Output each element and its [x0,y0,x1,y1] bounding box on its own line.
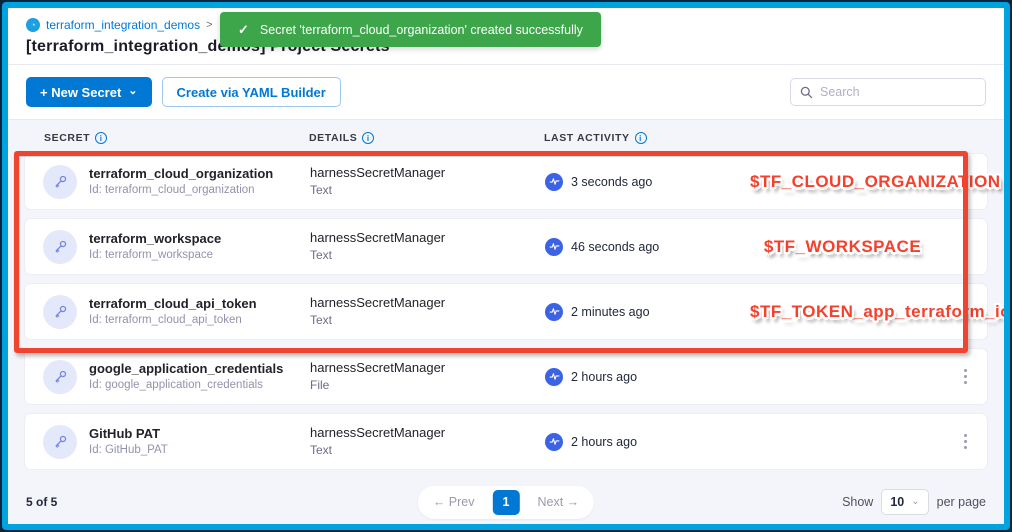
secret-type: File [310,377,545,394]
secret-manager: harnessSecretManager [310,164,545,182]
activity-icon [545,303,563,321]
activity-icon [545,238,563,256]
per-page-label: per page [937,495,986,509]
chevron-down-icon: ⌄ [911,496,919,507]
success-toast[interactable]: ✓ Secret 'terraform_cloud_organization' … [220,12,601,47]
breadcrumb-project-link[interactable]: terraform_integration_demos [46,18,200,32]
project-icon: ◔ [26,18,40,32]
secrets-table: SECRETi DETAILSi LAST ACTIVITYi terrafor… [8,120,1004,530]
key-icon [43,295,77,329]
activity-icon [545,368,563,386]
row-count: 5 of 5 [26,495,57,509]
secret-type: Text [310,442,545,459]
row-menu-button[interactable] [943,428,987,455]
row-menu-button[interactable] [1009,168,1010,195]
page-number-button[interactable]: 1 [493,490,520,515]
key-icon [43,165,77,199]
table-row[interactable]: terraform_workspace Id: terraform_worksp… [24,218,988,275]
secret-manager: harnessSecretManager [310,229,545,247]
show-label: Show [842,495,873,509]
check-icon: ✓ [238,22,249,38]
info-icon[interactable]: i [635,132,647,144]
secret-id: Id: terraform_cloud_api_token [89,313,257,329]
table-row[interactable]: terraform_cloud_api_token Id: terraform_… [24,283,988,340]
activity-icon [545,173,563,191]
table-footer: 5 of 5 ← Prev 1 Next → Show 10 ⌄ per pag… [24,478,988,515]
secret-name: GitHub PAT [89,425,168,443]
new-secret-button[interactable]: + New Secret ⌄ [26,77,152,107]
toolbar: + New Secret ⌄ Create via YAML Builder [8,65,1004,120]
secret-name: terraform_workspace [89,230,221,248]
table-row[interactable]: terraform_cloud_organization Id: terrafo… [24,153,988,210]
secret-id: Id: terraform_cloud_organization [89,183,273,199]
search-icon [800,86,813,99]
secret-id: Id: GitHub_PAT [89,443,168,459]
env-var-annotation: $TF_TOKEN_app_terraform_io [750,302,1010,321]
page-header: ◔ terraform_integration_demos > [terrafo… [8,8,1004,65]
last-activity-text: 2 hours ago [571,435,637,449]
secret-name: terraform_cloud_api_token [89,295,257,313]
secret-type: Text [310,247,545,264]
app-window: ◔ terraform_integration_demos > [terrafo… [2,2,1010,530]
page-size-control: Show 10 ⌄ per page [842,489,986,515]
column-header-details[interactable]: DETAILSi [309,132,544,144]
pagination: ← Prev 1 Next → [418,486,594,519]
page-size-select[interactable]: 10 ⌄ [881,489,928,515]
secret-manager: harnessSecretManager [310,424,545,442]
search-box[interactable] [790,78,986,106]
key-icon [43,425,77,459]
last-activity-text: 3 seconds ago [571,175,652,189]
new-secret-label: + New Secret [40,85,121,100]
secret-manager: harnessSecretManager [310,294,545,312]
secret-type: Text [310,182,545,199]
table-header-row: SECRETi DETAILSi LAST ACTIVITYi [24,120,988,153]
env-var-annotation: $TF_WORKSPACE [764,237,921,256]
info-icon[interactable]: i [362,132,374,144]
table-row[interactable]: GitHub PAT Id: GitHub_PAT harnessSecretM… [24,413,988,470]
prev-page-button[interactable]: ← Prev [425,493,483,511]
last-activity-text: 2 minutes ago [571,305,650,319]
secret-name: google_application_credentials [89,360,283,378]
table-row[interactable]: google_application_credentials Id: googl… [24,348,988,405]
key-icon [43,360,77,394]
toast-message: Secret 'terraform_cloud_organization' cr… [260,23,583,37]
row-menu-button[interactable] [943,233,987,260]
secret-name: terraform_cloud_organization [89,165,273,183]
search-input[interactable] [820,85,976,99]
breadcrumb-separator: > [206,19,212,31]
secret-id: Id: google_application_credentials [89,378,283,394]
info-icon[interactable]: i [95,132,107,144]
chevron-down-icon: ⌄ [128,84,137,97]
row-menu-button[interactable] [943,363,987,390]
next-page-button[interactable]: Next → [530,493,588,511]
create-yaml-button[interactable]: Create via YAML Builder [162,77,341,107]
env-var-annotation: $TF_CLOUD_ORGANIZATION [750,172,1001,191]
column-header-secret[interactable]: SECRETi [24,132,309,144]
last-activity-text: 46 seconds ago [571,240,659,254]
last-activity-text: 2 hours ago [571,370,637,384]
secret-id: Id: terraform_workspace [89,248,221,264]
activity-icon [545,433,563,451]
key-icon [43,230,77,264]
secret-manager: harnessSecretManager [310,359,545,377]
column-header-last-activity[interactable]: LAST ACTIVITYi [544,132,749,144]
secret-type: Text [310,312,545,329]
